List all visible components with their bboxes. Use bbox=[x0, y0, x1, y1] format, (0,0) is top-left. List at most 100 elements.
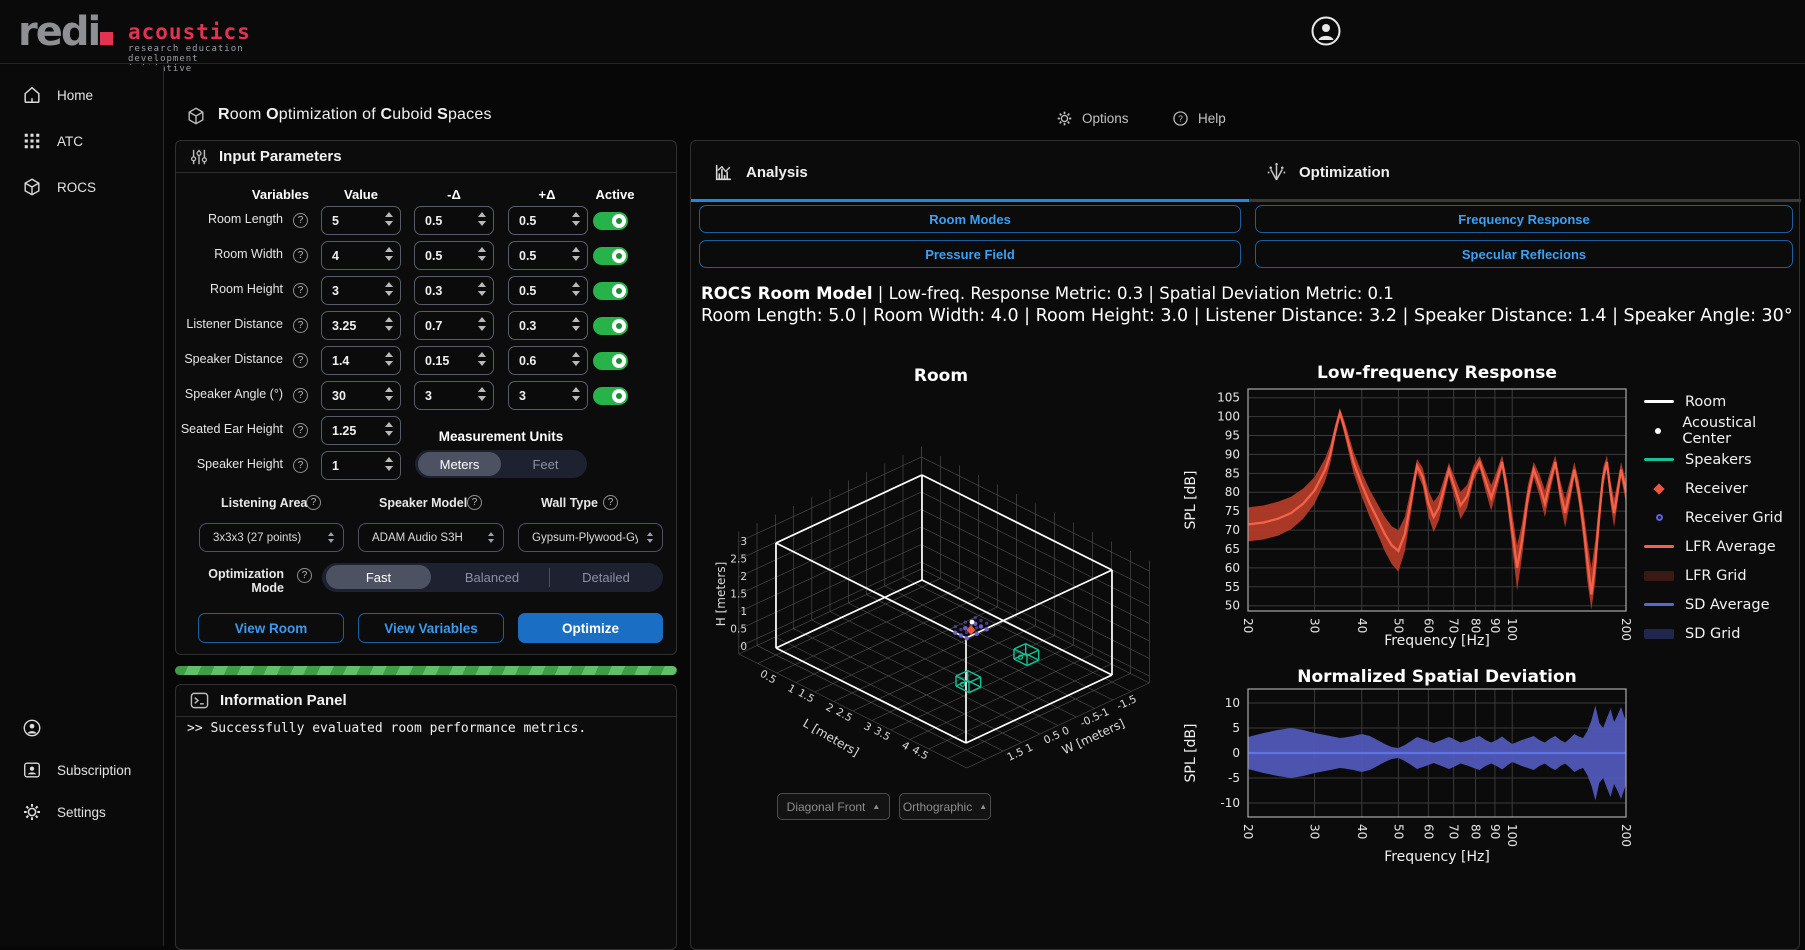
listening-area-select[interactable]: 3x3x3 (27 points) bbox=[199, 523, 344, 552]
spinner-down[interactable] bbox=[385, 221, 393, 226]
minus-delta-input-field[interactable] bbox=[415, 284, 469, 298]
spinner-up[interactable] bbox=[572, 387, 580, 392]
plus-delta-input[interactable] bbox=[508, 381, 588, 410]
tab-analysis[interactable]: Analysis bbox=[713, 153, 808, 191]
minus-delta-input[interactable] bbox=[414, 381, 494, 410]
units-option-meters[interactable]: Meters bbox=[415, 450, 504, 478]
plus-delta-input-field[interactable] bbox=[509, 389, 563, 403]
value-input-field[interactable] bbox=[322, 214, 376, 228]
mode-option-detailed[interactable]: Detailed bbox=[549, 563, 663, 592]
speaker-model-select[interactable]: ADAM Audio S3H bbox=[358, 523, 504, 552]
options-button[interactable]: Options bbox=[1056, 110, 1129, 127]
minus-delta-input[interactable] bbox=[414, 241, 494, 270]
spinner-up[interactable] bbox=[572, 352, 580, 357]
spinner-down[interactable] bbox=[478, 361, 486, 366]
spinner-up[interactable] bbox=[572, 282, 580, 287]
parameter-help-icon[interactable]: ? bbox=[293, 213, 308, 228]
frequency-response-button[interactable]: Frequency Response bbox=[1255, 205, 1793, 233]
sd-chart[interactable]: 1050-5-102030405060708090100200Normalize… bbox=[1181, 665, 1643, 875]
spinner-down[interactable] bbox=[572, 221, 580, 226]
plus-delta-input[interactable] bbox=[508, 311, 588, 340]
plus-delta-input-field[interactable] bbox=[509, 249, 563, 263]
minus-delta-input[interactable] bbox=[414, 311, 494, 340]
spinner-up[interactable] bbox=[572, 212, 580, 217]
active-toggle[interactable] bbox=[593, 212, 628, 230]
speaker-model-help-icon[interactable]: ? bbox=[467, 495, 482, 510]
legend-item[interactable]: Room bbox=[1643, 387, 1799, 416]
spinner-up[interactable] bbox=[385, 212, 393, 217]
tab-optimization[interactable]: Optimization bbox=[1266, 153, 1390, 191]
spinner-up[interactable] bbox=[572, 317, 580, 322]
spinner-down[interactable] bbox=[478, 291, 486, 296]
plus-delta-input[interactable] bbox=[508, 206, 588, 235]
view-variables-button[interactable]: View Variables bbox=[358, 613, 504, 643]
plus-delta-input[interactable] bbox=[508, 346, 588, 375]
minus-delta-input-field[interactable] bbox=[415, 389, 469, 403]
parameter-help-icon[interactable]: ? bbox=[293, 353, 308, 368]
plus-delta-input-field[interactable] bbox=[509, 319, 563, 333]
value-input-field[interactable] bbox=[322, 354, 376, 368]
spinner-up[interactable] bbox=[478, 387, 486, 392]
plus-delta-input[interactable] bbox=[508, 276, 588, 305]
minus-delta-input[interactable] bbox=[414, 346, 494, 375]
listening-area-help-icon[interactable]: ? bbox=[306, 495, 321, 510]
spinner-down[interactable] bbox=[385, 361, 393, 366]
mode-option-balanced[interactable]: Balanced bbox=[435, 563, 549, 592]
view-angle-dropdown[interactable]: Diagonal Front▲ bbox=[777, 793, 890, 820]
active-toggle[interactable] bbox=[593, 387, 628, 405]
spinner-down[interactable] bbox=[572, 291, 580, 296]
spinner-down[interactable] bbox=[478, 256, 486, 261]
spinner-up[interactable] bbox=[385, 352, 393, 357]
minus-delta-input-field[interactable] bbox=[415, 319, 469, 333]
parameter-help-icon[interactable]: ? bbox=[293, 318, 308, 333]
projection-dropdown[interactable]: Orthographic▲ bbox=[899, 793, 991, 820]
room-modes-button[interactable]: Room Modes bbox=[699, 205, 1241, 233]
redi-logo[interactable]: redi acoustics research education develo… bbox=[18, 8, 114, 56]
value-input-field[interactable] bbox=[322, 389, 376, 403]
minus-delta-input-field[interactable] bbox=[415, 249, 469, 263]
parameter-help-icon[interactable]: ? bbox=[293, 248, 308, 263]
legend-item[interactable]: SD Grid bbox=[1643, 619, 1799, 648]
parameter-help-icon[interactable]: ? bbox=[293, 423, 308, 438]
mode-option-fast[interactable]: Fast bbox=[322, 563, 435, 592]
sidebar-item-home[interactable]: Home bbox=[0, 77, 163, 113]
minus-delta-input-field[interactable] bbox=[415, 214, 469, 228]
spinner-up[interactable] bbox=[385, 457, 393, 462]
spinner-up[interactable] bbox=[385, 317, 393, 322]
parameter-help-icon[interactable]: ? bbox=[293, 458, 308, 473]
spinner-down[interactable] bbox=[572, 361, 580, 366]
spinner-up[interactable] bbox=[478, 352, 486, 357]
sidebar-item-account[interactable] bbox=[0, 710, 163, 746]
spinner-up[interactable] bbox=[385, 422, 393, 427]
value-input[interactable] bbox=[321, 416, 401, 445]
legend-item[interactable]: Receiver bbox=[1643, 474, 1799, 503]
minus-delta-input[interactable] bbox=[414, 206, 494, 235]
value-input[interactable] bbox=[321, 381, 401, 410]
spinner-down[interactable] bbox=[478, 396, 486, 401]
spinner-up[interactable] bbox=[572, 247, 580, 252]
value-input[interactable] bbox=[321, 241, 401, 270]
value-input[interactable] bbox=[321, 311, 401, 340]
parameter-help-icon[interactable]: ? bbox=[293, 388, 308, 403]
plus-delta-input[interactable] bbox=[508, 241, 588, 270]
legend-item[interactable]: Acoustical Center bbox=[1643, 416, 1799, 445]
value-input-field[interactable] bbox=[322, 284, 376, 298]
value-input-field[interactable] bbox=[322, 319, 376, 333]
active-toggle[interactable] bbox=[593, 282, 628, 300]
pressure-field-button[interactable]: Pressure Field bbox=[699, 240, 1241, 268]
help-button[interactable]: ? Help bbox=[1172, 110, 1226, 127]
sidebar-item-rocs[interactable]: ROCS bbox=[0, 169, 163, 205]
active-toggle[interactable] bbox=[593, 247, 628, 265]
plus-delta-input-field[interactable] bbox=[509, 214, 563, 228]
spinner-down[interactable] bbox=[572, 256, 580, 261]
minus-delta-input-field[interactable] bbox=[415, 354, 469, 368]
spinner-down[interactable] bbox=[385, 466, 393, 471]
spinner-down[interactable] bbox=[385, 326, 393, 331]
spinner-up[interactable] bbox=[478, 282, 486, 287]
legend-item[interactable]: SD Average bbox=[1643, 590, 1799, 619]
spinner-down[interactable] bbox=[385, 256, 393, 261]
plus-delta-input-field[interactable] bbox=[509, 354, 563, 368]
spinner-down[interactable] bbox=[478, 326, 486, 331]
value-input[interactable] bbox=[321, 206, 401, 235]
legend-item[interactable]: Receiver Grid bbox=[1643, 503, 1799, 532]
